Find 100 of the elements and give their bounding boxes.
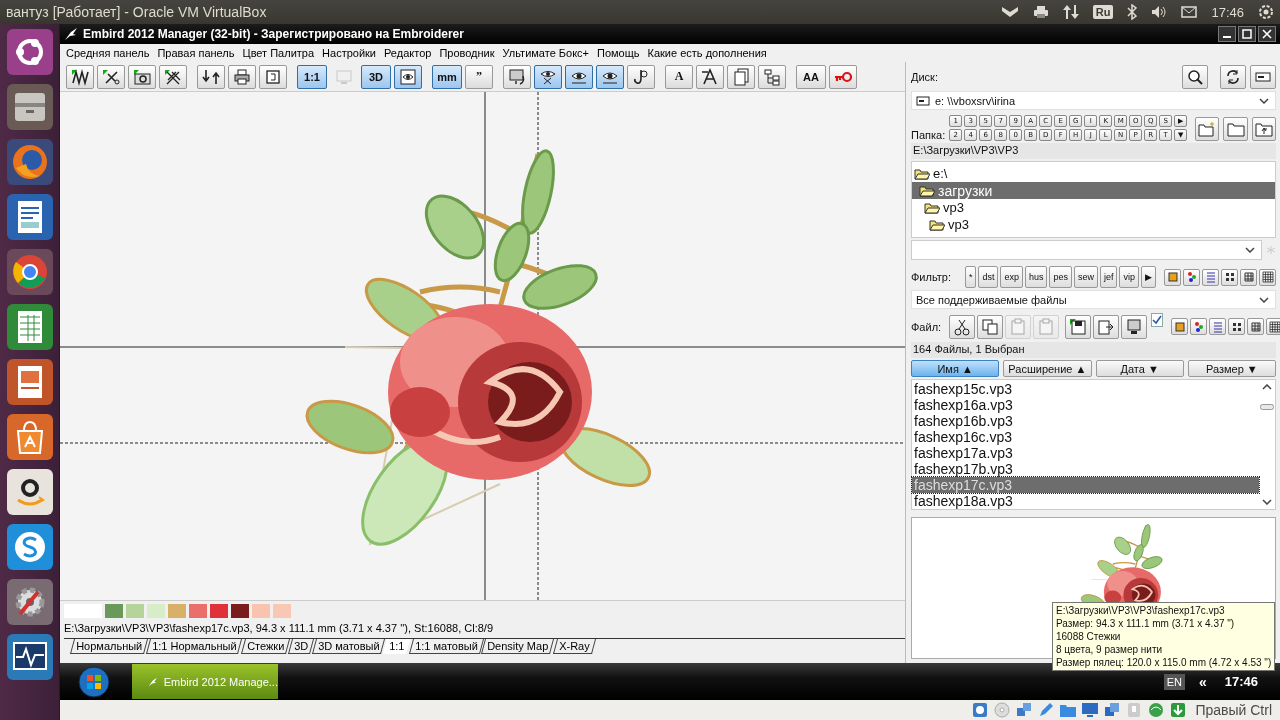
scroll-down-icon[interactable] [1262, 499, 1272, 506]
column-header[interactable]: Имя ▲ [911, 360, 1000, 378]
view-tab[interactable]: Density Map [481, 639, 555, 654]
view-tab[interactable]: 1:1 [383, 639, 411, 654]
scroll-thumb[interactable] [1260, 404, 1274, 411]
toolbar-button[interactable] [503, 64, 531, 89]
color-swatch[interactable] [126, 604, 144, 618]
tree-item[interactable]: vp3 [912, 199, 1275, 217]
view-mode-button[interactable] [1247, 318, 1265, 336]
file-action-button[interactable] [1121, 314, 1148, 339]
parent-folder-button[interactable] [1251, 116, 1276, 141]
windows-stack-icon[interactable] [1103, 701, 1122, 719]
view-tab[interactable]: Стежки [240, 639, 290, 654]
file-action-button[interactable] [949, 314, 976, 339]
drive-dropdown[interactable]: e: \\vboxsrv\irina [911, 91, 1276, 111]
search-button[interactable] [1182, 65, 1208, 89]
filter-button[interactable]: exp [1000, 266, 1023, 288]
maximize-icon[interactable] [1238, 26, 1256, 42]
view-mode-button[interactable] [1221, 268, 1238, 286]
toolbar-button[interactable] [66, 64, 94, 89]
menu-item[interactable]: Настройки [318, 47, 380, 59]
text-document-icon[interactable] [5, 193, 54, 241]
filter-button[interactable]: hus [1024, 266, 1048, 288]
up-down-arrows-icon[interactable] [1062, 4, 1079, 20]
column-header[interactable]: Расширение ▲ [1003, 360, 1092, 378]
filter-button[interactable]: ▶ [1141, 266, 1156, 288]
checkbox[interactable] [1151, 313, 1164, 328]
file-item[interactable]: fashexp18a.vp3 [912, 493, 1259, 510]
refresh-button[interactable] [1220, 65, 1246, 89]
envelope-icon[interactable] [1181, 6, 1198, 18]
file-item[interactable]: fashexp16a.vp3 [912, 397, 1259, 414]
filter-dropdown[interactable]: Все поддерживаемые файлы [911, 290, 1276, 310]
view-tab[interactable]: X-Ray [552, 639, 596, 654]
gear-wrench-icon[interactable] [5, 578, 54, 626]
view-tab[interactable]: 3D [287, 639, 314, 654]
view-tab[interactable]: 3D матовый [311, 639, 386, 654]
color-swatch[interactable] [168, 604, 186, 618]
pulse-monitor-icon[interactable] [5, 633, 54, 681]
filter-button[interactable]: * [964, 266, 977, 288]
filter-button[interactable]: pes [1049, 266, 1072, 288]
toolbar-button[interactable]: 1:1 [297, 64, 327, 89]
column-header[interactable]: Дата ▼ [1095, 360, 1184, 378]
file-action-button[interactable] [1065, 314, 1092, 339]
toolbar-button[interactable] [128, 64, 156, 89]
network-icon[interactable] [1015, 701, 1034, 719]
tree-item[interactable]: e:\ [912, 165, 1275, 183]
close-icon[interactable] [1258, 26, 1276, 42]
bluetooth-icon[interactable] [1127, 4, 1138, 20]
menu-item[interactable]: Средняя панель [62, 47, 154, 59]
toolbar-button[interactable] [534, 64, 562, 89]
color-swatch[interactable] [252, 604, 270, 618]
filter-button[interactable]: sew [1073, 266, 1098, 288]
speaker-icon[interactable] [1151, 5, 1168, 19]
color-swatch[interactable] [147, 604, 165, 618]
file-drawer-icon[interactable] [5, 83, 54, 131]
view-tab[interactable]: Нормальный [70, 639, 149, 654]
toolbar-button[interactable] [758, 64, 786, 89]
toolbar-button[interactable] [228, 64, 256, 89]
tree-item[interactable]: загрузки [912, 182, 1275, 200]
toolbar-button[interactable] [627, 64, 655, 89]
file-item[interactable]: fashexp15c.vp3 [912, 381, 1259, 398]
column-header[interactable]: Размер ▼ [1187, 360, 1276, 378]
color-swatch[interactable] [105, 604, 123, 618]
show-hidden-icons-button[interactable]: « [1198, 673, 1207, 690]
menu-item[interactable]: Помощь [593, 47, 644, 59]
download-icon[interactable] [1169, 701, 1188, 719]
toolbar-button[interactable] [596, 64, 624, 89]
menu-item[interactable]: Цвет Палитра [238, 47, 319, 59]
ubuntu-logo-icon[interactable] [5, 28, 54, 76]
view-mode-button[interactable] [1240, 268, 1257, 286]
view-mode-button[interactable] [1190, 318, 1208, 336]
view-mode-button[interactable] [1183, 268, 1200, 286]
new-folder-button[interactable] [1195, 116, 1220, 141]
toolbar-button[interactable] [197, 64, 225, 89]
minimize-icon[interactable] [1218, 26, 1236, 42]
menu-item[interactable]: Какие есть дополнения [643, 47, 771, 59]
toolbar-button[interactable]: AA [796, 64, 826, 89]
filter-button[interactable]: dst [978, 266, 999, 288]
file-item[interactable]: fashexp16b.vp3 [912, 413, 1259, 430]
view-mode-button[interactable] [1259, 268, 1276, 286]
toolbar-button[interactable]: A [665, 64, 693, 89]
toolbar-button[interactable]: ” [465, 64, 493, 89]
view-tab[interactable]: 1:1 матовый [408, 639, 484, 654]
view-mode-button[interactable] [1228, 318, 1246, 336]
file-item[interactable]: fashexp16c.vp3 [912, 429, 1259, 446]
color-swatch[interactable] [231, 604, 249, 618]
toolbar-button[interactable] [159, 64, 187, 89]
drive-button[interactable] [1250, 65, 1276, 89]
start-orb-icon[interactable] [78, 665, 110, 698]
toolbar-button[interactable] [565, 64, 593, 89]
file-item[interactable]: fashexp17a.vp3 [912, 445, 1259, 462]
file-item[interactable]: fashexp17c.vp3 [912, 477, 1259, 494]
power-gear-icon[interactable] [1258, 4, 1274, 20]
view-tab[interactable]: 1:1 Нормальный [146, 639, 243, 654]
shopping-bag-icon[interactable] [5, 413, 54, 461]
printer-icon[interactable] [1032, 5, 1049, 19]
scroll-up-icon[interactable] [1262, 384, 1272, 391]
view-mode-button[interactable] [1266, 318, 1280, 336]
clock[interactable]: 17:46 [1211, 4, 1244, 20]
menu-item[interactable]: Проводник [435, 47, 499, 59]
